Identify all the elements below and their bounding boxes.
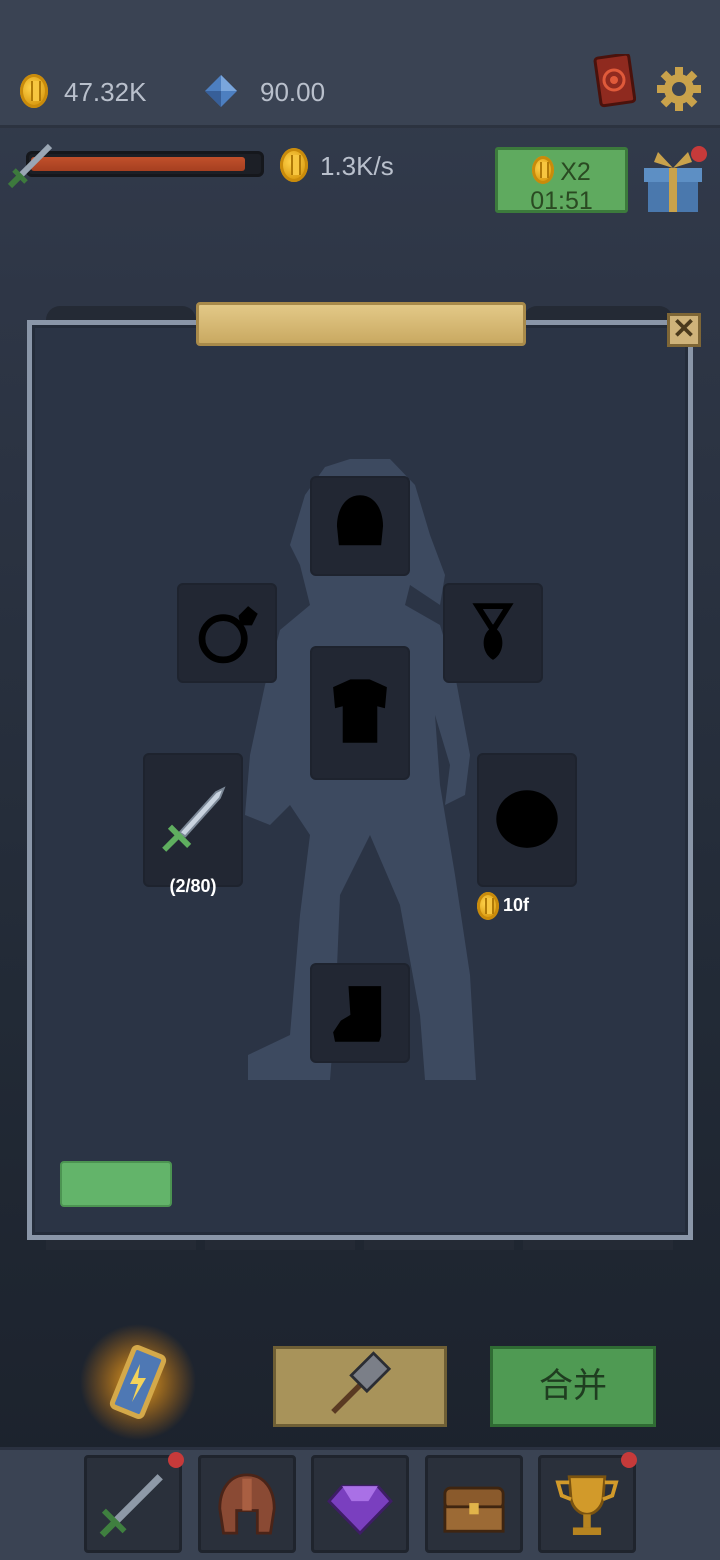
- nav-tab-weapons[interactable]: [84, 1455, 182, 1553]
- armor-icon: [333, 679, 387, 743]
- lightning-scroll-icon: [80, 1324, 196, 1440]
- shield-icon: [496, 790, 558, 848]
- sword-icon: [162, 786, 226, 852]
- boost-multiplier: X2: [560, 158, 591, 186]
- gold-coin-icon: [532, 156, 555, 184]
- income-rate: 1.3K/s: [320, 151, 394, 181]
- sword-icon: [6, 142, 54, 190]
- double-income-boost-button[interactable]: X2 01:51: [495, 147, 628, 215]
- nav-tab-gems[interactable]: [311, 1455, 409, 1553]
- close-icon[interactable]: ✕: [667, 313, 701, 347]
- spell-book-icon[interactable]: [592, 52, 637, 108]
- nav-tab-armor[interactable]: [198, 1455, 296, 1553]
- shield-unlock-cost: 10f: [503, 895, 530, 915]
- panel-title-plate: [196, 302, 526, 346]
- sword-icon: [99, 1474, 163, 1538]
- forge-hammer-button[interactable]: [273, 1346, 447, 1427]
- boost-timer: 01:51: [530, 187, 593, 215]
- armor-slot[interactable]: [310, 646, 410, 780]
- boost-multiplier-row: X2: [498, 156, 625, 187]
- purple-gem-icon: [327, 1484, 393, 1536]
- ring-slot[interactable]: [177, 583, 277, 683]
- nav-tab-chests[interactable]: [425, 1455, 523, 1553]
- settings-gear-icon[interactable]: [656, 66, 702, 112]
- gem-icon: [203, 73, 239, 109]
- merge-button[interactable]: 合并: [490, 1346, 656, 1427]
- helmet-slot[interactable]: [310, 476, 410, 576]
- gold-amount: 47.32K: [64, 77, 147, 107]
- hammer-icon: [331, 1351, 392, 1414]
- income-progress-bar: [26, 151, 264, 177]
- gold-coin-icon: [280, 148, 308, 182]
- weapon-slot[interactable]: [143, 753, 243, 887]
- ring-icon: [198, 606, 258, 664]
- income-progress-fill: [31, 157, 246, 171]
- panel-action-button[interactable]: [60, 1161, 172, 1207]
- gem-amount: 90.00: [260, 77, 326, 107]
- shield-slot[interactable]: [477, 753, 577, 887]
- amulet-icon: [472, 603, 514, 660]
- helmet-icon: [336, 495, 384, 546]
- helmet-icon: [218, 1473, 276, 1535]
- treasure-chest-icon: [443, 1486, 505, 1533]
- achievements-notification-dot: [621, 1452, 637, 1468]
- trophy-icon: [555, 1475, 619, 1535]
- boots-slot[interactable]: [310, 963, 410, 1063]
- boots-icon: [333, 986, 382, 1042]
- nav-tab-achievements[interactable]: [538, 1455, 636, 1553]
- energy-scroll-button[interactable]: [78, 1322, 198, 1442]
- gift-notification-dot: [691, 146, 707, 162]
- weapon-count: (2/80): [169, 876, 217, 896]
- gold-coin-icon: [477, 892, 499, 920]
- weapons-notification-dot: [168, 1452, 184, 1468]
- amulet-slot[interactable]: [443, 583, 543, 683]
- gold-coin-icon: [20, 74, 48, 108]
